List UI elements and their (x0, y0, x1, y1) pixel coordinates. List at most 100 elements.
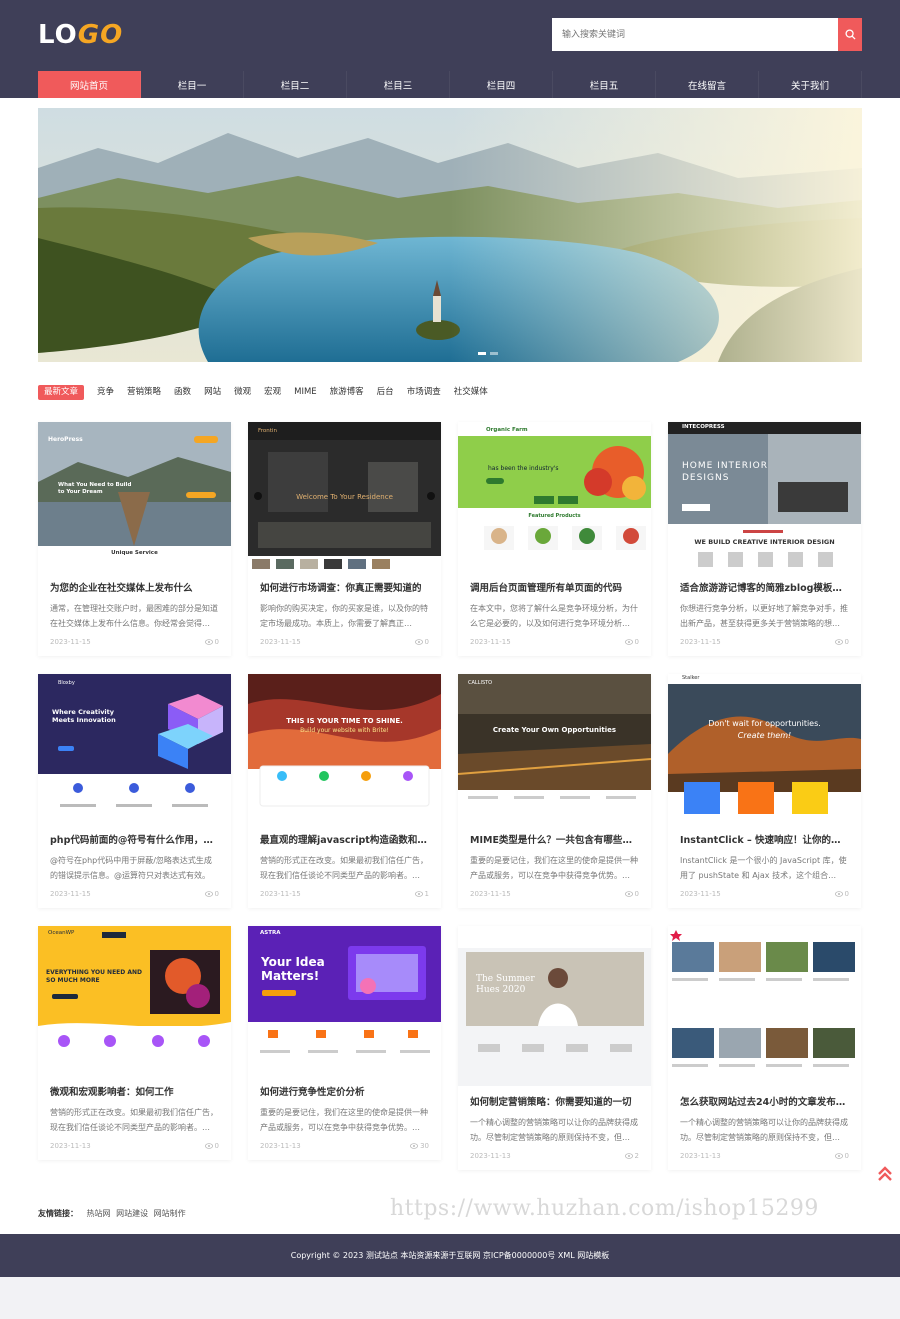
site-logo[interactable]: LOGO (38, 20, 123, 50)
eye-icon (204, 891, 213, 897)
friend-links-label: 友情链接： (38, 1209, 78, 1218)
thumb-heading: Don't wait for opportunities. (708, 719, 821, 728)
eye-icon (624, 639, 633, 645)
article-thumbnail[interactable]: INTECOPRESS HOME INTERIOR DESIGNS WE BUI… (668, 422, 861, 572)
friend-link[interactable]: 热站网 (87, 1209, 111, 1218)
article-card: Organic Farm has been the industry's Fea… (458, 422, 651, 656)
search-box (552, 18, 862, 51)
article-date: 2023-11-15 (470, 890, 511, 898)
thumb-brand: HeroPress (48, 436, 83, 443)
friend-link[interactable]: 网站制作 (154, 1209, 186, 1218)
carousel-dot[interactable] (490, 352, 498, 355)
article-excerpt: 在本文中，您将了解什么是竞争环境分析，为什么它是必要的，以及如何进行竞争环境分析… (470, 604, 638, 628)
tag-item[interactable]: 函数 (174, 385, 191, 400)
article-title[interactable]: MIME类型是什么？一共包含有哪些类… (470, 832, 639, 846)
tag-item[interactable]: 后台 (377, 385, 394, 400)
article-thumbnail[interactable]: OceanWP EVERYTHING YOU NEED AND SO MUCH … (38, 926, 231, 1076)
article-thumbnail[interactable]: Organic Farm has been the industry's Fea… (458, 422, 651, 572)
thumb-subheading: Create them! (737, 731, 792, 740)
article-title[interactable]: 最直观的理解javascript构造函数和普… (260, 832, 429, 846)
friend-link[interactable]: 网站建设 (116, 1209, 148, 1218)
article-title[interactable]: php代码前面的@符号有什么作用，@… (50, 832, 219, 846)
nav-item-about[interactable]: 关于我们 (759, 71, 862, 98)
article-title[interactable]: 适合旅游游记博客的简雅zblog模板主题 (680, 580, 849, 594)
nav-item-message[interactable]: 在线留言 (656, 71, 759, 98)
tag-item[interactable]: 旅游博客 (330, 385, 364, 400)
tag-latest[interactable]: 最新文章 (38, 385, 85, 400)
article-thumbnail[interactable]: THIS IS YOUR TIME TO SHINE. Build your w… (248, 674, 441, 824)
article-excerpt: 影响你的购买决定，你的买家是谁，以及你的特定市场最成功。本质上，你需要了解真正… (260, 604, 428, 628)
nav-item-4[interactable]: 栏目四 (450, 71, 553, 98)
carousel-dot[interactable] (478, 352, 486, 355)
tag-item[interactable]: 营销策略 (127, 385, 161, 400)
article-title[interactable]: 调用后台页面管理所有单页面的代码 (470, 580, 639, 594)
tag-item[interactable]: 宏观 (264, 385, 281, 400)
thumb-brand: ASTRA (260, 930, 281, 936)
article-views: 0 (204, 1142, 219, 1150)
main-nav: 网站首页 栏目一 栏目二 栏目三 栏目四 栏目五 在线留言 关于我们 (38, 71, 862, 98)
tag-item[interactable]: MIME (294, 385, 317, 400)
article-views: 0 (624, 638, 639, 646)
article-title[interactable]: InstantClick – 快速响应！让你的网站… (680, 832, 849, 846)
thumb-subheading: Build your website with Brite! (300, 727, 389, 734)
double-chevron-up-icon (878, 1166, 892, 1181)
article-title[interactable]: 微观和宏观影响者：如何工作 (50, 1084, 219, 1098)
eye-icon (834, 639, 843, 645)
nav-item-2[interactable]: 栏目二 (244, 71, 347, 98)
article-thumbnail[interactable]: ASTRA Your Idea Matters! (248, 926, 441, 1076)
thumb-brand: Organic Farm (486, 427, 528, 433)
article-title[interactable]: 怎么获取网站过去24小时的文章发布数量 (680, 1094, 849, 1108)
back-to-top-button[interactable] (876, 1165, 894, 1187)
article-views: 0 (834, 890, 849, 898)
article-card: 怎么获取网站过去24小时的文章发布数量 一个精心调整的营销策略可以让你的品牌获得… (668, 926, 861, 1170)
hero-banner[interactable] (38, 108, 862, 362)
article-card: The Summer Hues 2020 如何制定营销策略：你需要知道的一切 一… (458, 926, 651, 1170)
article-excerpt: 营销的形式正在改变。如果最初我们信任广告，现在我们信任谈论不同类型产品的影响者。… (50, 1108, 218, 1132)
eye-icon (410, 1143, 419, 1149)
search-button[interactable] (838, 18, 862, 51)
article-meta: 2023-11-13 0 (50, 1142, 219, 1160)
nav-item-1[interactable]: 栏目一 (141, 71, 244, 98)
article-title[interactable]: 为您的企业在社交媒体上发布什么 (50, 580, 219, 594)
tag-item[interactable]: 社交媒体 (454, 385, 488, 400)
article-excerpt: 一个精心调整的营销策略可以让你的品牌获得成功。尽管制定营销策略的原则保持不变，但… (470, 1118, 638, 1142)
thumb-brand: Stalker (682, 675, 700, 681)
article-date: 2023-11-15 (260, 638, 301, 646)
article-title[interactable]: 如何进行市场调查：你真正需要知道的 (260, 580, 429, 594)
nav-item-home[interactable]: 网站首页 (38, 71, 141, 98)
article-title[interactable]: 如何进行竞争性定价分析 (260, 1084, 429, 1098)
eye-icon (204, 639, 213, 645)
article-date: 2023-11-13 (50, 1142, 91, 1150)
article-date: 2023-11-13 (680, 1152, 721, 1160)
thumb-heading: Your Idea Matters! (261, 955, 325, 983)
article-thumbnail[interactable]: The Summer Hues 2020 (458, 926, 651, 1086)
nav-item-3[interactable]: 栏目三 (347, 71, 450, 98)
article-thumbnail[interactable]: HeroPress What You Need to Build to Your… (38, 422, 231, 572)
tag-item[interactable]: 竞争 (97, 385, 114, 400)
article-views: 1 (414, 890, 429, 898)
article-thumbnail[interactable]: Frontin Welcome To Your Residence (248, 422, 441, 572)
article-thumbnail[interactable]: Bloxby Where Creativity Meets Innovation (38, 674, 231, 824)
article-title[interactable]: 如何制定营销策略：你需要知道的一切 (470, 1094, 639, 1108)
article-thumbnail[interactable] (668, 926, 861, 1086)
eye-icon (414, 891, 423, 897)
thumb-brand: INTECOPRESS (682, 424, 725, 430)
landscape-image (38, 108, 862, 362)
article-views: 0 (624, 890, 639, 898)
article-thumbnail[interactable]: Stalker Don't wait for opportunities. Cr… (668, 674, 861, 824)
carousel-dots (478, 352, 498, 355)
thumb-heading: has been the industry's (488, 465, 559, 472)
article-date: 2023-11-15 (680, 638, 721, 646)
article-card: OceanWP EVERYTHING YOU NEED AND SO MUCH … (38, 926, 231, 1160)
search-input[interactable] (552, 18, 838, 51)
tag-item[interactable]: 网站 (204, 385, 221, 400)
article-meta: 2023-11-13 30 (260, 1142, 429, 1160)
tag-item[interactable]: 微观 (234, 385, 251, 400)
thumb-brand: Bloxby (58, 680, 75, 686)
article-excerpt: 重要的是要记住，我们在这里的使命是提供一种产品或服务，可以在竞争中获得竞争优势。… (470, 856, 638, 880)
article-views: 2 (624, 1152, 639, 1160)
tag-item[interactable]: 市场调查 (407, 385, 441, 400)
article-thumbnail[interactable]: CALLISTO Create Your Own Opportunities (458, 674, 651, 824)
nav-item-5[interactable]: 栏目五 (553, 71, 656, 98)
eye-icon (204, 1143, 213, 1149)
